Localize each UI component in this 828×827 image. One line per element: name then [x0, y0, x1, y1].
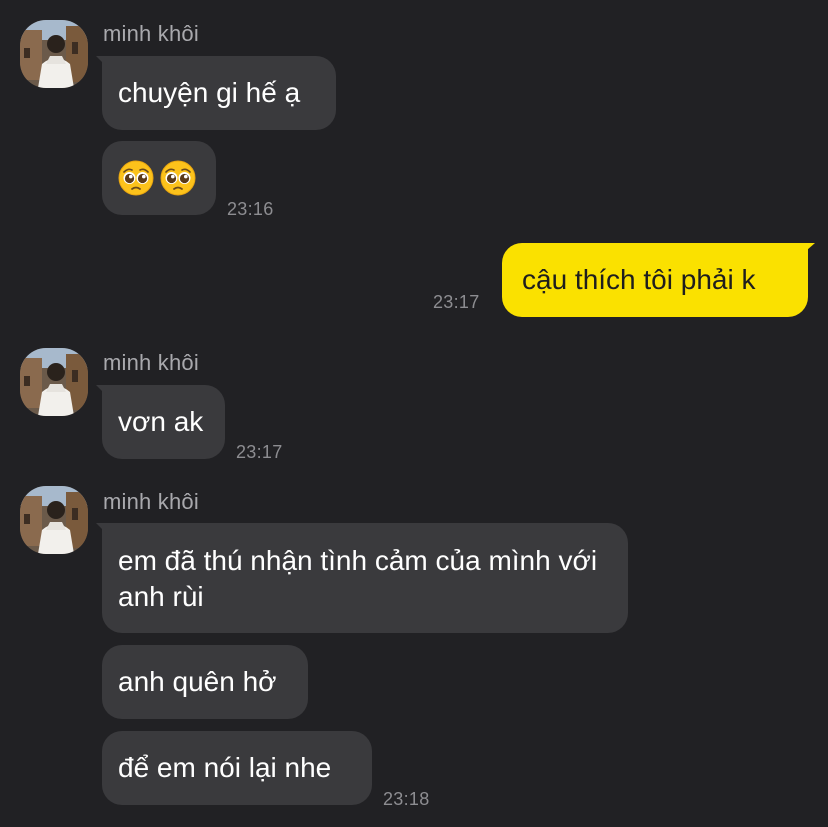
message-timestamp: 23:17	[433, 292, 480, 312]
outgoing-message-bubble[interactable]: cậu thích tôi phải k	[502, 243, 808, 317]
message-timestamp: 23:16	[227, 199, 274, 219]
sender-name: minh khôi	[103, 21, 199, 46]
message-bubble[interactable]: chuyện gi hế ạ	[102, 56, 336, 130]
avatar[interactable]	[20, 348, 88, 416]
avatar[interactable]	[20, 486, 88, 554]
message-bubble[interactable]: vơn ak	[102, 385, 225, 459]
message-text: để em nói lại nhe	[118, 752, 332, 783]
message-text: em đã thú nhận tình cảm của mình với anh…	[118, 545, 598, 612]
message-text: vơn ak	[118, 406, 204, 437]
message-bubble[interactable]: em đã thú nhận tình cảm của mình với anh…	[102, 523, 628, 633]
message-bubble[interactable]: anh quên hở	[102, 645, 308, 719]
pleading-face-icon	[160, 160, 196, 196]
emoji-message-bubble[interactable]	[102, 141, 216, 215]
message-text: anh quên hở	[118, 666, 277, 697]
message-text: cậu thích tôi phải k	[522, 264, 756, 295]
sender-name: minh khôi	[103, 350, 199, 375]
chat-window: minh khôi chuyện gi hế ạ 23:16 23:17 cậu…	[0, 0, 828, 827]
message-bubble[interactable]: để em nói lại nhe	[102, 731, 372, 805]
message-timestamp: 23:17	[236, 442, 283, 462]
pleading-face-icon	[118, 160, 154, 196]
message-timestamp: 23:18	[383, 789, 430, 809]
avatar[interactable]	[20, 20, 88, 88]
message-text: chuyện gi hế ạ	[118, 77, 301, 108]
sender-name: minh khôi	[103, 489, 199, 514]
